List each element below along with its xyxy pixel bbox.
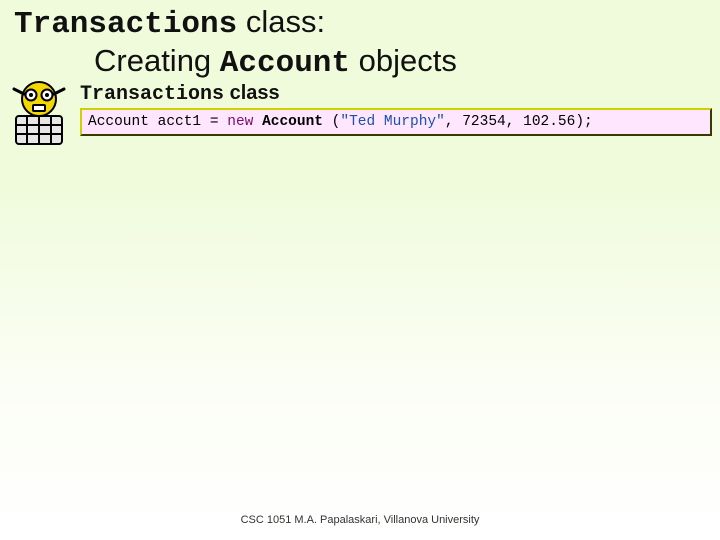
code-string-literal: "Ted Murphy" xyxy=(340,114,444,130)
code-space xyxy=(253,114,262,130)
section-sans: class xyxy=(224,82,280,104)
section-header: Transactions class xyxy=(80,82,280,106)
title-line-1: Transactions class: xyxy=(14,4,710,43)
code-type: Account xyxy=(88,114,149,130)
title-sans-1: class: xyxy=(237,4,325,39)
robot-icon xyxy=(4,78,74,148)
code-panel: Account acct1 = new Account ("Ted Murphy… xyxy=(80,108,712,136)
section-mono: Transactions xyxy=(80,83,224,106)
title-mono-1: Transactions xyxy=(14,7,237,42)
slide-footer: CSC 1051 M.A. Papalaskari, Villanova Uni… xyxy=(0,514,720,526)
code-paren-open: ( xyxy=(323,114,340,130)
code-var: acct1 = xyxy=(149,114,227,130)
title-mono-2: Account xyxy=(220,46,350,81)
title-sans-2b: objects xyxy=(350,43,457,78)
code-new-keyword: new xyxy=(227,114,253,130)
code-args-rest: , 72354, 102.56); xyxy=(445,114,593,130)
title-line-2: Creating Account objects xyxy=(14,43,710,82)
code-ctor: Account xyxy=(262,114,323,130)
slide-title: Transactions class: Creating Account obj… xyxy=(0,0,720,81)
title-sans-2a: Creating xyxy=(94,43,220,78)
